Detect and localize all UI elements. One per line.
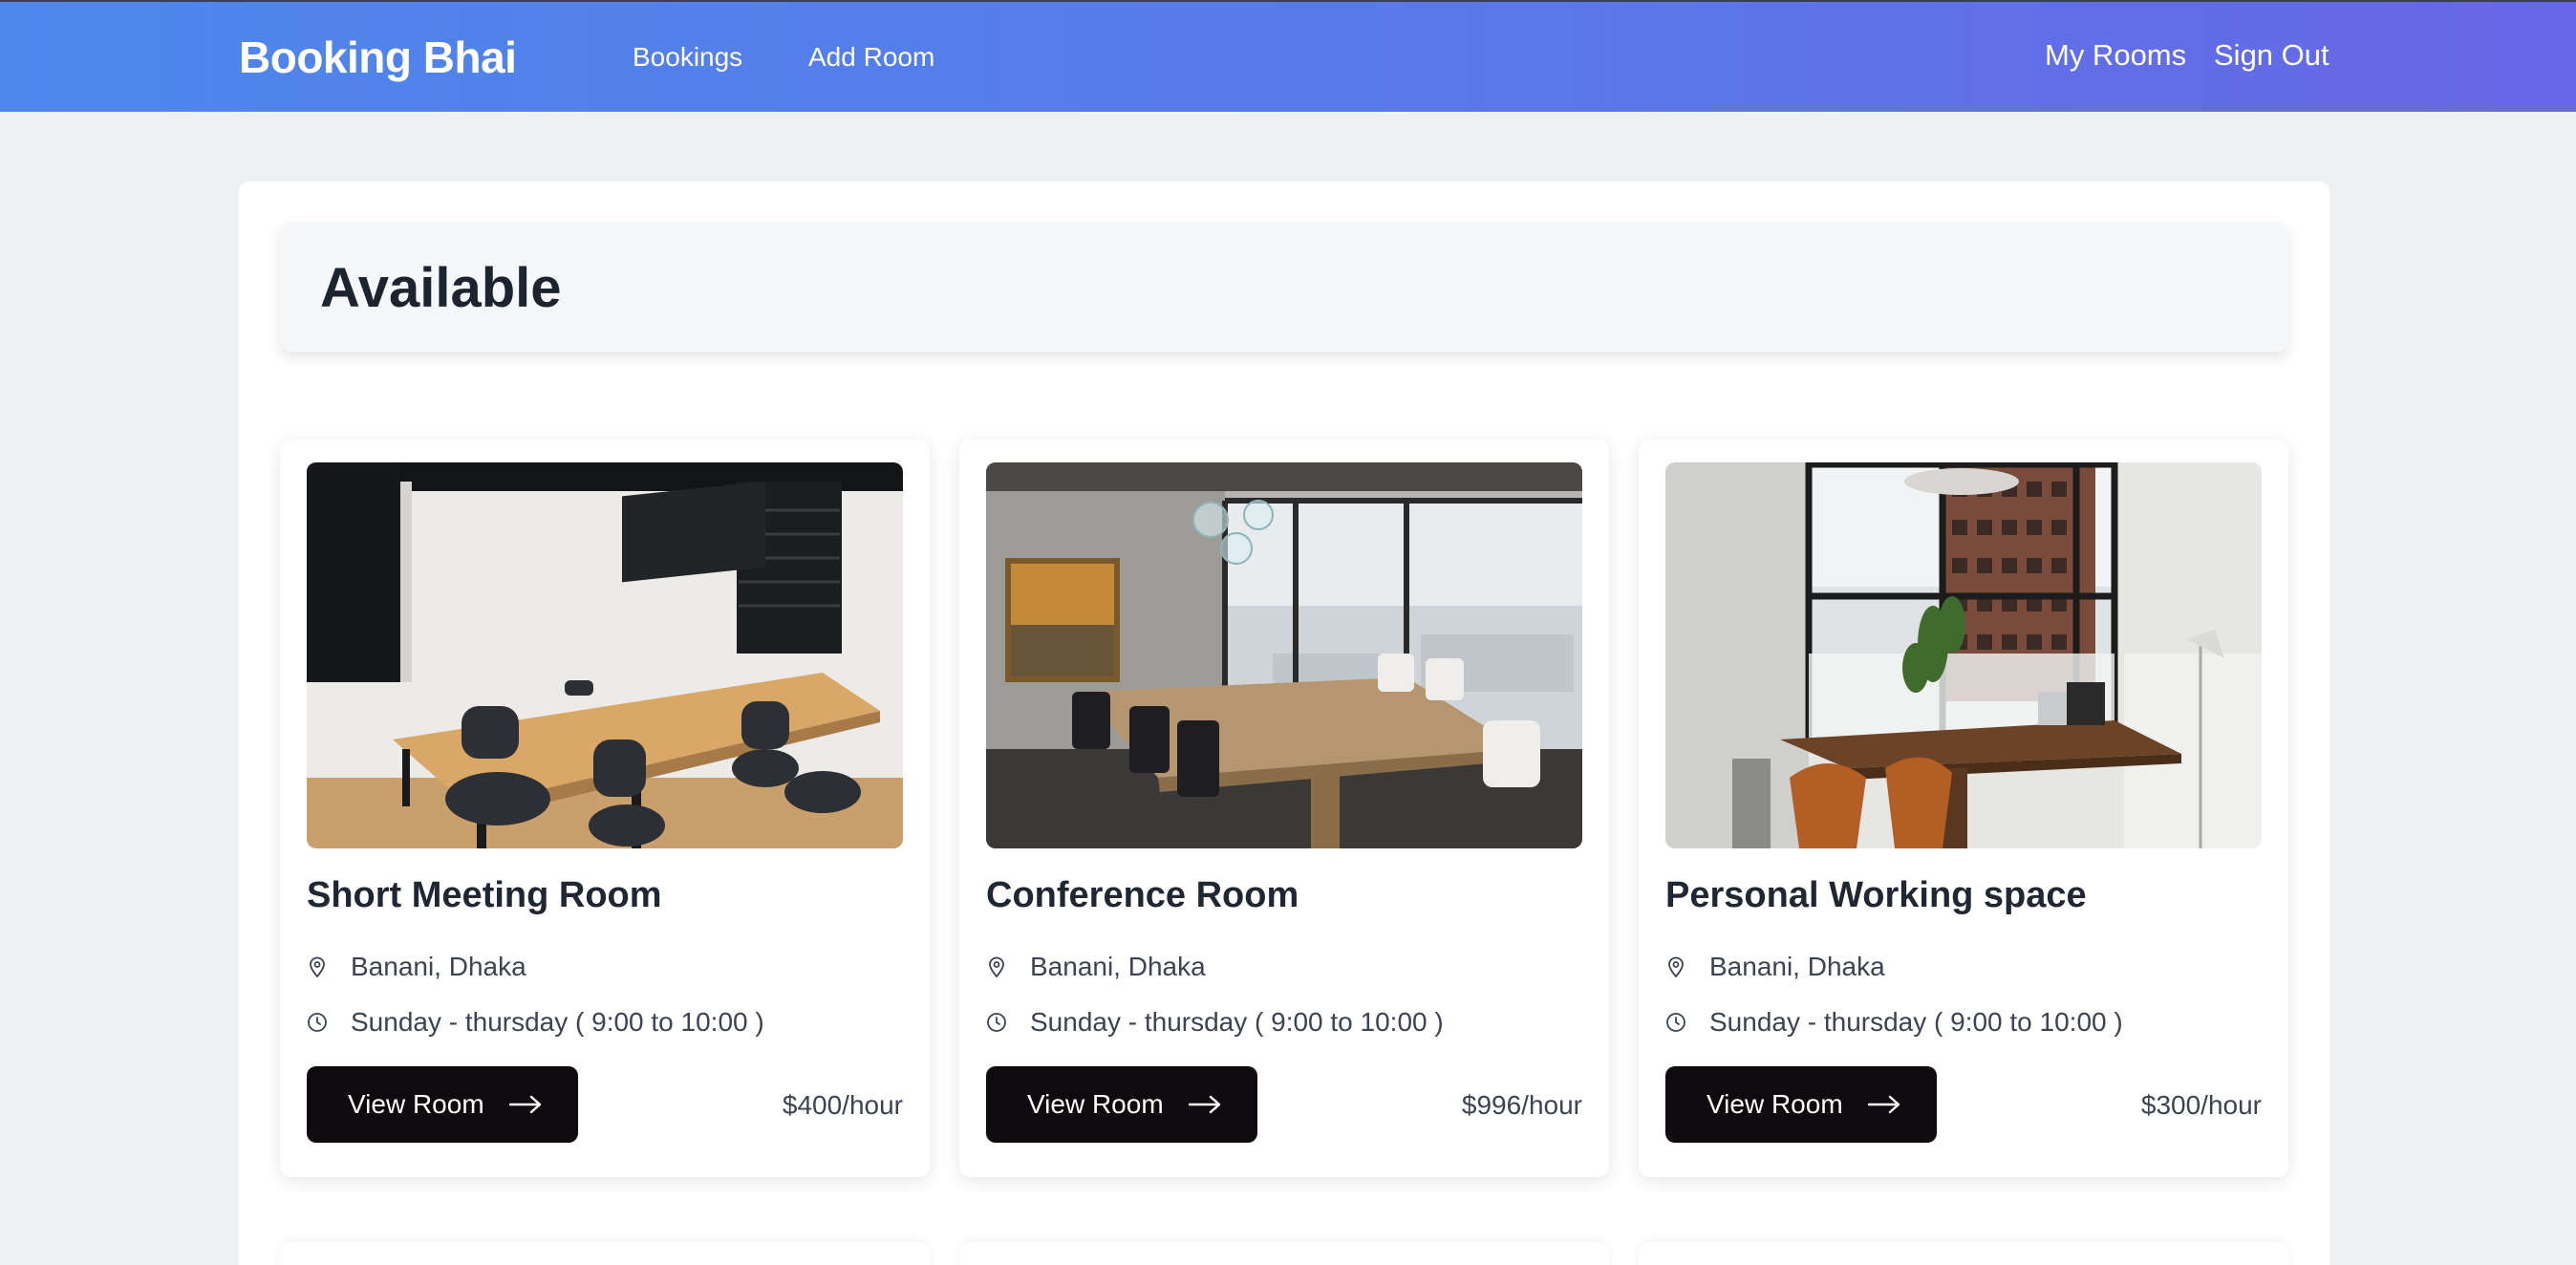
room-location: Banani, Dhaka: [307, 951, 526, 983]
room-schedule-text: Sunday - thursday ( 9:00 to 10:00 ): [1709, 1007, 2123, 1037]
arrow-right-icon: [508, 1095, 542, 1114]
room-photo: [307, 462, 903, 848]
room-schedule: Sunday - thursday ( 9:00 to 10:00 ): [1665, 1006, 2123, 1039]
view-room-label: View Room: [348, 1089, 484, 1119]
brand-logo[interactable]: Booking Bhai: [239, 29, 517, 86]
map-pin-icon: [307, 956, 328, 977]
nav-link-add-room[interactable]: Add Room: [808, 40, 934, 75]
room-schedule-text: Sunday - thursday ( 9:00 to 10:00 ): [351, 1007, 764, 1037]
room-location-text: Banani, Dhaka: [1709, 952, 1885, 981]
view-room-button[interactable]: View Room: [986, 1066, 1257, 1143]
room-schedule-text: Sunday - thursday ( 9:00 to 10:00 ): [1030, 1007, 1444, 1037]
view-room-button[interactable]: View Room: [307, 1066, 578, 1143]
room-location: Banani, Dhaka: [986, 951, 1206, 983]
map-pin-icon: [1665, 956, 1686, 977]
room-location: Banani, Dhaka: [1665, 951, 1885, 983]
nav-link-bookings[interactable]: Bookings: [633, 40, 742, 75]
room-card-next: [1639, 1242, 2288, 1265]
room-price: $996/hour: [1461, 1090, 1582, 1120]
nav-link-sign-out[interactable]: Sign Out: [2214, 38, 2329, 73]
room-location-text: Banani, Dhaka: [1030, 952, 1206, 981]
room-card-next: [280, 1242, 930, 1265]
clock-icon: [1665, 1012, 1686, 1033]
view-room-button[interactable]: View Room: [1665, 1066, 1937, 1143]
arrow-right-icon: [1188, 1095, 1221, 1114]
room-card: Personal Working space Banani, Dhaka Sun…: [1639, 440, 2288, 1177]
room-title: Personal Working space: [1665, 875, 2087, 915]
map-pin-icon: [986, 956, 1007, 977]
room-price: $300/hour: [2140, 1090, 2262, 1120]
clock-icon: [986, 1012, 1007, 1033]
room-price: $400/hour: [782, 1090, 903, 1120]
room-title: Conference Room: [986, 875, 1299, 915]
main-panel: Available Short Meeting Room Banani, Dha…: [239, 182, 2329, 1265]
room-card: Short Meeting Room Banani, Dhaka Sunday …: [280, 440, 930, 1177]
room-schedule: Sunday - thursday ( 9:00 to 10:00 ): [986, 1006, 1444, 1039]
view-room-label: View Room: [1707, 1089, 1843, 1119]
room-photo: [1665, 462, 2262, 848]
section-title: Available: [320, 257, 562, 319]
room-location-text: Banani, Dhaka: [351, 952, 526, 981]
room-photo: [986, 462, 1582, 848]
arrow-right-icon: [1867, 1095, 1900, 1114]
section-header: Available: [280, 222, 2288, 352]
clock-icon: [307, 1012, 328, 1033]
nav-link-my-rooms[interactable]: My Rooms: [2045, 38, 2186, 73]
room-schedule: Sunday - thursday ( 9:00 to 10:00 ): [307, 1006, 764, 1039]
room-card-next: [959, 1242, 1609, 1265]
room-card: Conference Room Banani, Dhaka Sunday - t…: [959, 440, 1609, 1177]
navbar: Booking Bhai Bookings Add Room My Rooms …: [0, 0, 2576, 112]
room-title: Short Meeting Room: [307, 875, 662, 915]
view-room-label: View Room: [1027, 1089, 1164, 1119]
